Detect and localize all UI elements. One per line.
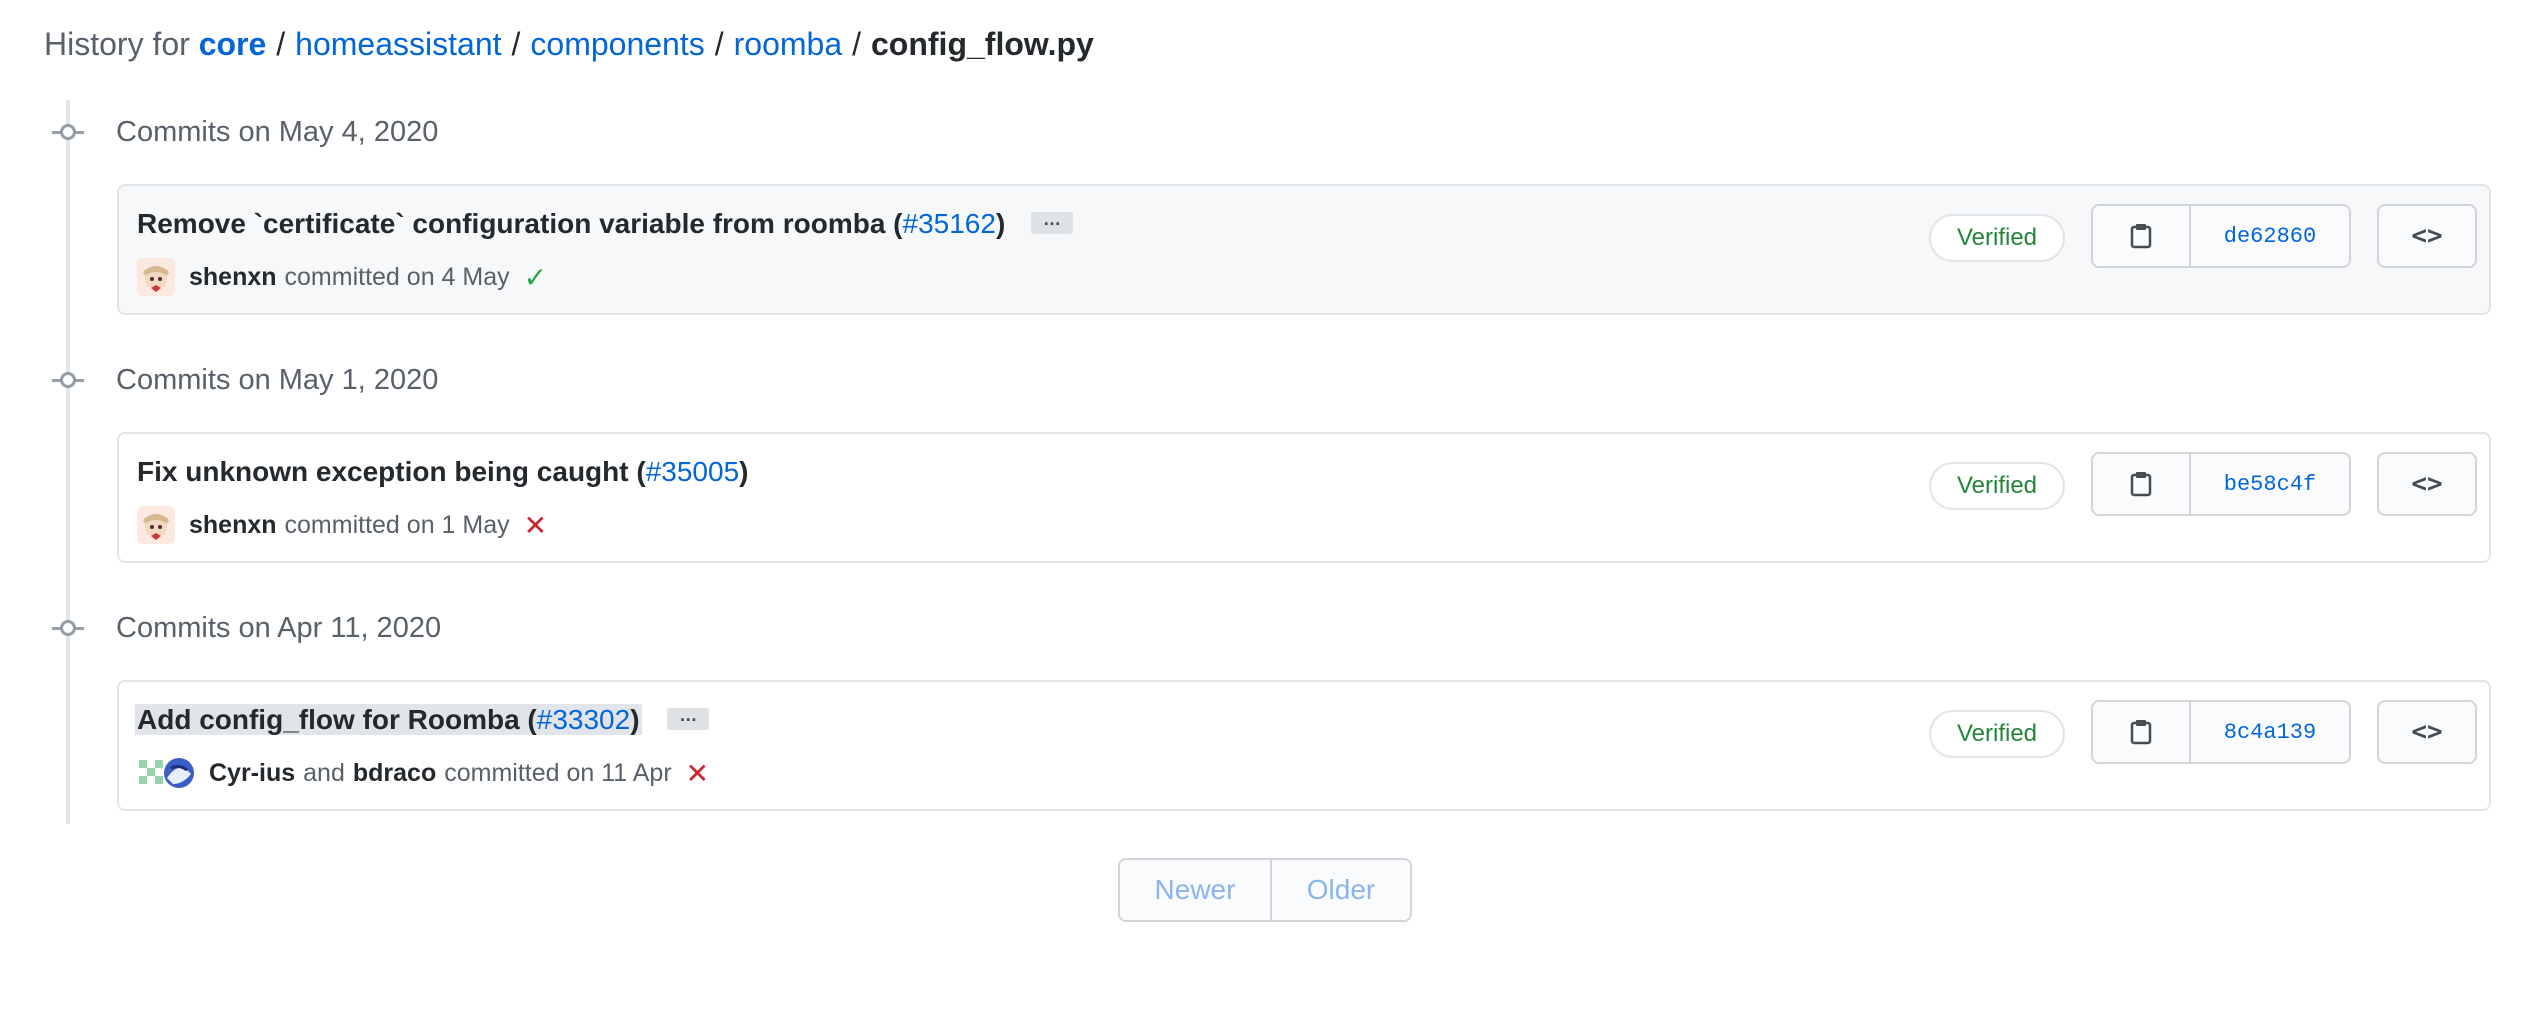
copy-sha-button[interactable] <box>2093 454 2191 514</box>
breadcrumb: History for core / homeassistant / component… <box>44 22 1094 66</box>
coauthor-link[interactable]: bdraco <box>353 759 436 788</box>
browse-repo-button[interactable]: <> <box>2377 452 2477 516</box>
x-icon[interactable]: ✕ <box>524 509 547 542</box>
copy-sha-button[interactable] <box>2093 206 2191 266</box>
clipboard-icon <box>2130 720 2152 745</box>
avatar[interactable] <box>137 258 175 296</box>
code-icon: <> <box>2411 469 2443 499</box>
commit-sha-link[interactable]: de62860 <box>2191 206 2349 266</box>
commit-sha-link[interactable]: be58c4f <box>2191 454 2349 514</box>
author-link[interactable]: shenxn <box>189 511 277 540</box>
breadcrumb-link-roomba[interactable]: roomba <box>734 26 843 62</box>
newer-button[interactable]: Newer <box>1120 860 1272 920</box>
commit-title[interactable]: Remove `certificate` configuration varia… <box>137 208 1074 240</box>
commit-title-close: ) <box>995 208 1006 239</box>
coauthor-join: and <box>303 758 345 787</box>
check-icon[interactable]: ✓ <box>524 261 547 294</box>
verified-badge[interactable]: Verified <box>1929 462 2065 510</box>
breadcrumb-separator: / <box>852 26 861 62</box>
commit-sha-link[interactable]: 8c4a139 <box>2191 702 2349 762</box>
avatar-stack[interactable] <box>137 754 195 792</box>
browse-repo-button[interactable]: <> <box>2377 204 2477 268</box>
older-button[interactable]: Older <box>1272 860 1410 920</box>
pagination: Newer Older <box>1118 858 1412 922</box>
day-header-label: Commits on Apr 11, 2020 <box>116 611 442 644</box>
browse-repo-button[interactable]: <> <box>2377 700 2477 764</box>
commit-meta: shenxn committed on 1 May ✕ <box>137 506 547 544</box>
sha-button-group: be58c4f <box>2091 452 2351 516</box>
commit-title[interactable]: Fix unknown exception being caught (#350… <box>137 456 748 488</box>
commit-meta: shenxn committed on 4 May ✓ <box>137 258 547 296</box>
sha-button-group: 8c4a139 <box>2091 700 2351 764</box>
verified-badge[interactable]: Verified <box>1929 214 2065 262</box>
author-link[interactable]: Cyr-ius <box>209 759 295 788</box>
clipboard-icon <box>2130 472 2152 497</box>
breadcrumb-separator: / <box>276 26 286 62</box>
commit-meta: Cyr-ius and bdraco committed on 11 Apr ✕ <box>137 754 709 792</box>
commit-node-icon <box>52 360 84 400</box>
commit-title-text[interactable]: Add config_flow for Roomba ( <box>137 704 537 735</box>
day-header-label: Commits on May 1, 2020 <box>116 363 439 396</box>
day-header: Commits on May 4, 2020 <box>52 112 438 152</box>
commit-title-close: ) <box>739 456 749 487</box>
expand-message-button[interactable]: … <box>1031 210 1074 234</box>
timeline-line <box>66 100 70 824</box>
commit-node-icon <box>52 112 84 152</box>
commit-title-text[interactable]: Remove `certificate` configuration varia… <box>137 208 903 239</box>
breadcrumb-link-homeassistant[interactable]: homeassistant <box>295 26 501 62</box>
pr-link[interactable]: #35005 <box>646 456 739 487</box>
commit-item: Add config_flow for Roomba (#33302) … Cy… <box>117 680 2491 811</box>
code-icon: <> <box>2411 221 2443 251</box>
clipboard-icon <box>2130 224 2152 249</box>
commit-title-close: ) <box>630 704 640 735</box>
day-header: Commits on Apr 11, 2020 <box>52 608 441 648</box>
verified-badge[interactable]: Verified <box>1929 710 2065 758</box>
committed-text: committed on 1 May <box>284 510 510 539</box>
expand-message-button[interactable]: … <box>667 706 710 730</box>
pr-link[interactable]: #35162 <box>903 208 996 239</box>
day-header: Commits on May 1, 2020 <box>52 360 438 400</box>
sha-button-group: de62860 <box>2091 204 2351 268</box>
breadcrumb-repo-link[interactable]: core <box>199 26 267 62</box>
pr-link[interactable]: #33302 <box>537 704 630 735</box>
copy-sha-button[interactable] <box>2093 702 2191 762</box>
commit-title-highlight: Add config_flow for Roomba (#33302) <box>135 704 642 735</box>
commit-item: Remove `certificate` configuration varia… <box>117 184 2491 315</box>
day-header-label: Commits on May 4, 2020 <box>116 115 439 148</box>
committed-text: committed on 4 May <box>284 262 510 291</box>
code-icon: <> <box>2411 717 2443 747</box>
commit-title[interactable]: Add config_flow for Roomba (#33302) … <box>135 704 710 736</box>
commit-node-icon <box>52 608 84 648</box>
avatar[interactable] <box>137 506 175 544</box>
x-icon[interactable]: ✕ <box>686 757 709 790</box>
breadcrumb-separator: / <box>714 26 724 62</box>
breadcrumb-separator: / <box>511 26 521 62</box>
breadcrumb-file: config_flow.py <box>871 26 1094 62</box>
commit-title-text[interactable]: Fix unknown exception being caught ( <box>137 456 646 487</box>
committed-text: committed on 11 Apr <box>444 758 672 787</box>
breadcrumb-prefix: History for <box>44 26 190 62</box>
breadcrumb-link-components[interactable]: components <box>530 26 704 62</box>
author-link[interactable]: shenxn <box>189 263 277 292</box>
commit-item: Fix unknown exception being caught (#350… <box>117 432 2491 563</box>
